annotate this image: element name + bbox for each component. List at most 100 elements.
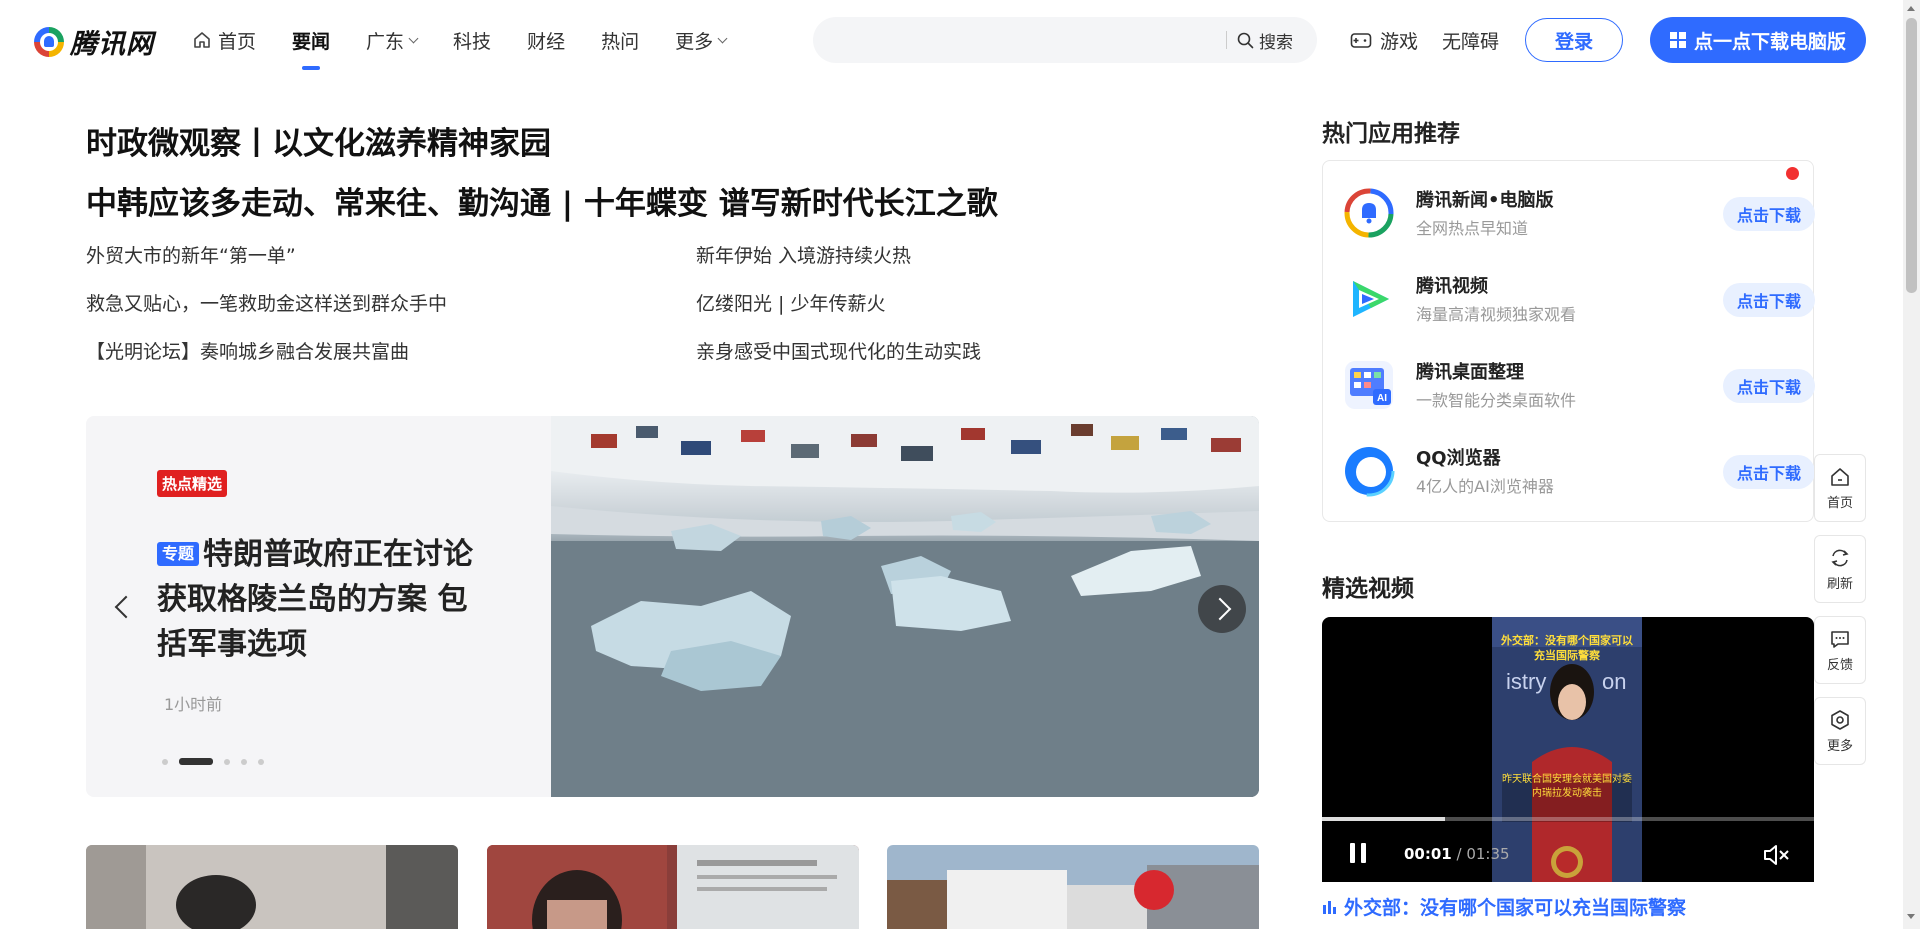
app-desc: 全网热点早知道	[1416, 219, 1529, 238]
video-duration: 01:35	[1466, 845, 1510, 863]
chevron-down-icon	[717, 33, 728, 43]
scrollbar-thumb[interactable]	[1906, 18, 1917, 293]
more-icon	[1831, 709, 1849, 730]
video-time: 00:01 / 01:35	[1404, 845, 1510, 863]
carousel-image-greenland[interactable]	[551, 416, 1259, 797]
nav-item-hot-questions[interactable]: 热问	[601, 27, 639, 54]
app-name: QQ浏览器	[1416, 448, 1501, 469]
accessibility-link[interactable]: 无障碍	[1442, 27, 1499, 54]
pause-icon[interactable]	[1350, 843, 1366, 865]
news-thumbnail-image	[86, 845, 458, 929]
greenland-icebergs-image	[551, 416, 1259, 797]
page-scrollbar[interactable]	[1903, 0, 1920, 929]
video-player[interactable]: istry on 外交部：没有哪个国家可以充当国际警察 昨天联合国安理会就美国对…	[1322, 617, 1814, 882]
video-frame: istry on 外交部：没有哪个国家可以充当国际警察 昨天联合国安理会就美国对…	[1492, 617, 1642, 882]
refresh-icon	[1831, 549, 1849, 566]
feedback-icon	[1831, 630, 1849, 648]
mute-icon[interactable]	[1762, 843, 1790, 867]
tencent-video-app-icon	[1353, 281, 1389, 317]
audio-bars-icon	[1323, 900, 1336, 914]
gamepad-icon	[1350, 32, 1372, 48]
hot-picks-carousel: 热点精选 专题 特朗普政府正在讨论获取格陵兰岛的方案 包括军事选项 1小时前	[86, 416, 1259, 797]
app-name: 腾讯新闻•电脑版	[1416, 190, 1554, 211]
news-thumbnail[interactable]	[86, 845, 458, 929]
nav-item-finance[interactable]: 财经	[527, 27, 565, 54]
app-desc: 海量高清视频独家观看	[1416, 305, 1577, 324]
float-refresh-button[interactable]: 刷新	[1814, 535, 1866, 603]
games-link[interactable]: 游戏	[1350, 27, 1418, 54]
svg-text:istry: istry	[1506, 669, 1546, 694]
news-thumbnail[interactable]	[887, 845, 1259, 929]
headline-secondary[interactable]: 中韩应该多走动、常来往、勤沟通 | 十年蝶变 谱写新时代长江之歌	[86, 178, 998, 223]
nav-item-news[interactable]: 要闻	[292, 27, 330, 70]
app-item-qq-browser[interactable]: QQ浏览器 4亿人的AI浏览神器 点击下载	[1343, 442, 1815, 500]
app-download-button[interactable]: 点击下载	[1723, 455, 1815, 489]
nav-item-label: 广东	[366, 30, 405, 53]
search-icon	[1237, 32, 1254, 48]
video-caption-link[interactable]: 外交部：没有哪个国家可以充当国际警察	[1322, 893, 1686, 920]
accessibility-label: 无障碍	[1442, 31, 1500, 53]
carousel-title-text: 特朗普政府正在讨论获取格陵兰岛的方案 包括军事选项	[157, 537, 474, 662]
app-download-button[interactable]: 点击下载	[1723, 369, 1815, 403]
nav-item-label: 科技	[453, 30, 492, 53]
notification-dot	[1786, 167, 1799, 180]
news-thumbnail[interactable]	[487, 845, 859, 929]
nav-item-tech[interactable]: 科技	[453, 27, 491, 54]
scroll-up-arrow-icon[interactable]	[1907, 6, 1915, 11]
nav-item-more[interactable]: 更多	[675, 27, 728, 54]
headline-primary[interactable]: 时政微观察丨以文化滋养精神家园	[86, 118, 551, 163]
carousel-dots	[162, 758, 275, 765]
search-button[interactable]: 搜索	[1237, 17, 1293, 63]
sub-news-link[interactable]: 亲身感受中国式现代化的生动实践	[696, 341, 1256, 363]
featured-video-title: 精选视频	[1322, 576, 1414, 602]
video-current-time: 00:01	[1404, 845, 1452, 863]
sub-news-list: 外贸大市的新年“第一单” 新年伊始 入境游持续火热 救急又贴心，一笔救助金这样送…	[86, 245, 1256, 363]
sub-news-link[interactable]: 新年伊始 入境游持续火热	[696, 245, 1256, 267]
float-home-button[interactable]: 首页	[1814, 454, 1866, 522]
carousel-dot[interactable]	[162, 758, 168, 765]
search-input[interactable]	[833, 17, 1213, 63]
video-progress-bar[interactable]	[1322, 817, 1814, 821]
nav-item-guangdong[interactable]: 广东	[366, 27, 419, 54]
nav-item-home[interactable]: 首页	[192, 27, 256, 54]
float-feedback-label: 反馈	[1826, 657, 1853, 673]
hot-picks-badge: 热点精选	[157, 470, 228, 497]
site-logo[interactable]: 腾讯网	[34, 22, 154, 61]
sub-news-link[interactable]: 外贸大市的新年“第一单”	[86, 245, 696, 267]
app-name: 腾讯视频	[1416, 276, 1488, 297]
carousel-dot[interactable]	[241, 758, 247, 765]
home-icon	[194, 32, 210, 48]
app-item-tencent-news[interactable]: 腾讯新闻•电脑版 全网热点早知道 点击下载	[1343, 184, 1815, 242]
tencent-news-app-icon	[1344, 188, 1394, 238]
float-refresh-label: 刷新	[1826, 576, 1853, 592]
scroll-down-arrow-icon[interactable]	[1907, 914, 1915, 919]
login-button[interactable]: 登录	[1525, 18, 1623, 62]
hot-apps-title: 热门应用推荐	[1322, 121, 1460, 147]
search-bar: 搜索	[813, 17, 1317, 63]
app-name: 腾讯桌面整理	[1416, 362, 1524, 383]
sub-news-link[interactable]: 【光明论坛】奏响城乡融合发展共富曲	[86, 341, 696, 363]
topic-badge: 专题	[157, 542, 200, 566]
download-pc-button[interactable]: 点一点下载电脑版	[1650, 17, 1866, 63]
float-feedback-button[interactable]: 反馈	[1814, 616, 1866, 684]
video-caption-text: 外交部：没有哪个国家可以充当国际警察	[1344, 897, 1687, 919]
float-more-button[interactable]: 更多	[1814, 697, 1866, 765]
app-download-button[interactable]: 点击下载	[1723, 283, 1815, 317]
float-home-label: 首页	[1826, 495, 1853, 511]
carousel-dot[interactable]	[258, 758, 264, 765]
carousel-dot-active[interactable]	[179, 758, 213, 765]
tencent-logo-icon	[34, 26, 64, 57]
carousel-next-button[interactable]	[1198, 585, 1246, 633]
app-item-desktop-organizer[interactable]: AI 腾讯桌面整理 一款智能分类桌面软件 点击下载	[1343, 356, 1815, 414]
sub-news-link[interactable]: 救急又贴心，一笔救助金这样送到群众手中	[86, 293, 696, 315]
desktop-organizer-app-icon: AI	[1345, 361, 1393, 409]
app-item-tencent-video[interactable]: 腾讯视频 海量高清视频独家观看 点击下载	[1343, 270, 1815, 328]
carousel-title[interactable]: 专题 特朗普政府正在讨论获取格陵兰岛的方案 包括军事选项	[157, 532, 497, 667]
nav-item-label: 财经	[527, 30, 566, 53]
carousel-dot[interactable]	[224, 758, 230, 765]
app-download-button[interactable]: 点击下载	[1723, 197, 1815, 231]
carousel-prev-button[interactable]	[108, 592, 138, 622]
sub-news-link[interactable]: 亿缕阳光 | 少年传薪火	[696, 293, 1256, 315]
logo-text: 腾讯网	[70, 29, 154, 60]
float-more-label: 更多	[1826, 738, 1853, 754]
